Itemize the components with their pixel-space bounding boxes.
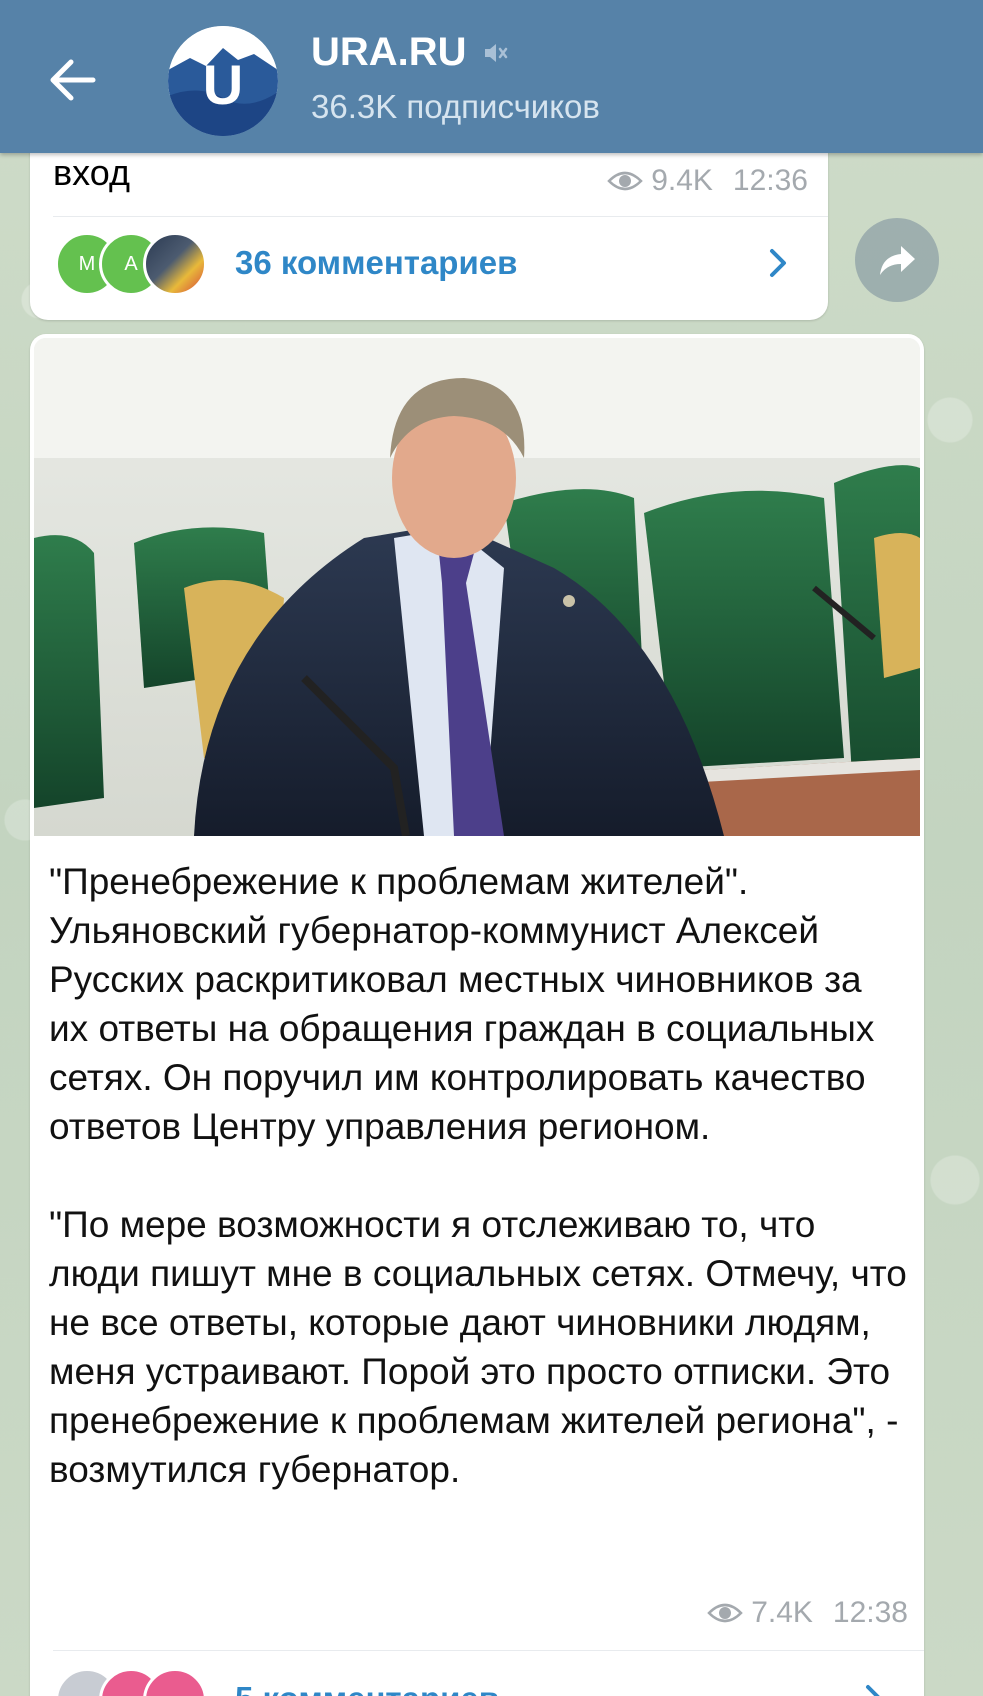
- view-count: 7.4K: [751, 1596, 813, 1629]
- chevron-right-icon: [866, 1685, 880, 1696]
- share-arrow-icon: [880, 246, 915, 275]
- channel-name: URA.RU: [311, 30, 467, 74]
- comments-link[interactable]: М А 36 комментариев: [30, 228, 828, 298]
- subscriber-count: 36.3K подписчиков: [311, 88, 600, 125]
- governor-photo: [34, 338, 920, 836]
- message-text: "Пренебрежение к проблемам жителей". Уль…: [49, 861, 907, 1490]
- message-text: вход: [53, 152, 130, 193]
- message-meta: 7.4K 12:38: [707, 1596, 908, 1630]
- divider: [53, 1650, 924, 1651]
- comments-link[interactable]: 5 комментариев: [30, 1664, 924, 1696]
- post-photo[interactable]: [34, 338, 920, 836]
- message-bubble[interactable]: "Пренебрежение к проблемам жителей". Уль…: [30, 334, 924, 1696]
- ura-logo-icon: U: [168, 26, 278, 136]
- channel-avatar[interactable]: U: [168, 26, 278, 136]
- commenter-avatars: [55, 1664, 215, 1696]
- comments-count-label: 36 комментариев: [235, 244, 518, 281]
- chat-header: U URA.RU 36.3K подписчиков: [0, 0, 983, 153]
- avatar: [143, 1668, 207, 1696]
- view-count: 9.4K: [651, 164, 713, 197]
- eye-icon: [607, 171, 643, 191]
- share-button[interactable]: [855, 218, 939, 302]
- chevron-right-icon: [770, 249, 786, 277]
- eye-icon: [707, 1603, 743, 1623]
- arrow-left-icon: [50, 59, 96, 101]
- svg-text:U: U: [203, 53, 243, 116]
- back-button[interactable]: [38, 48, 108, 112]
- muted-speaker-icon: [484, 43, 507, 62]
- comments-count-label: 5 комментариев: [235, 1680, 854, 1696]
- message-time: 12:38: [832, 1596, 908, 1629]
- divider: [53, 216, 828, 217]
- message-meta: 9.4K 12:36: [607, 164, 808, 198]
- channel-title[interactable]: URA.RU: [311, 30, 509, 75]
- avatar: [143, 232, 207, 296]
- commenter-avatars: М А: [55, 228, 215, 298]
- message-time: 12:36: [732, 164, 808, 197]
